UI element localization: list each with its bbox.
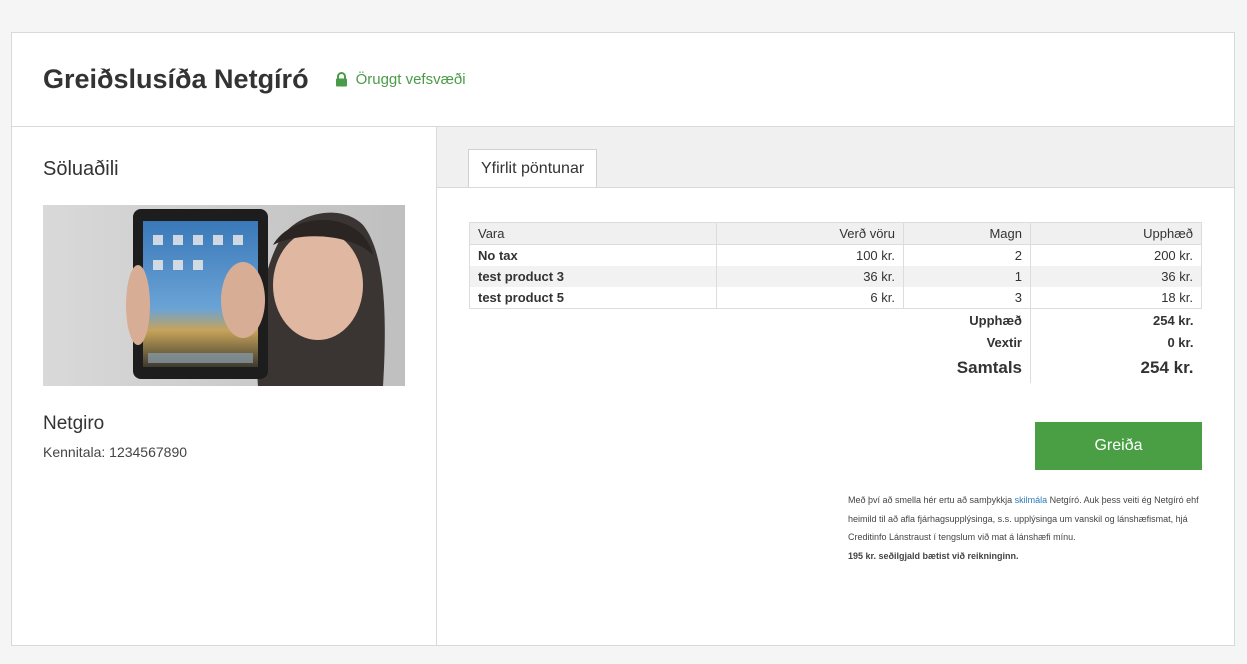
tab-order-summary[interactable]: Yfirlit pöntunar — [468, 149, 598, 187]
merchant-id: Kennitala: 1234567890 — [43, 444, 188, 460]
table-row: No tax 100 kr. 2 200 kr. — [469, 244, 1202, 266]
payment-page: Greiðslusíða Netgíró Öruggt vefsvæði Söl… — [11, 32, 1235, 646]
interest-value: 0 kr. — [1167, 334, 1194, 350]
total-row: Samtals 254 kr. — [469, 353, 1202, 383]
subtotal-label: Upphæð — [469, 308, 1031, 331]
table-header-row: Vara Verð vöru Magn Upphæð — [469, 222, 1202, 245]
page-header: Greiðslusíða Netgíró Öruggt vefsvæði — [12, 33, 1234, 127]
terms-before: Með því að smella hér ertu að samþykkja — [848, 495, 1015, 505]
total-label: Samtals — [469, 353, 1031, 383]
lock-icon — [335, 72, 347, 87]
product-name: test product 3 — [469, 266, 717, 287]
tab-bar: Yfirlit pöntunar — [437, 127, 1234, 188]
order-table: Vara Verð vöru Magn Upphæð No tax 100 kr… — [469, 222, 1202, 383]
pay-button[interactable]: Greiða — [1035, 422, 1202, 470]
product-qty: 3 — [903, 287, 1031, 309]
interest-row: Vextir 0 kr. — [469, 331, 1202, 353]
page-title: Greiðslusíða Netgíró — [43, 64, 309, 94]
merchant-name: Netgiro — [43, 413, 105, 434]
merchant-image — [43, 205, 405, 386]
secure-label: Öruggt vefsvæði — [355, 71, 466, 88]
product-name: test product 5 — [469, 287, 717, 309]
product-qty: 1 — [903, 266, 1031, 287]
product-price: 36 kr. — [716, 266, 904, 287]
table-row: test product 3 36 kr. 1 36 kr. — [469, 266, 1202, 287]
product-amount: 200 kr. — [1030, 244, 1202, 266]
subtotal-row: Upphæð 254 kr. — [469, 308, 1202, 331]
product-price: 6 kr. — [716, 287, 904, 309]
product-amount: 18 kr. — [1030, 287, 1202, 309]
column-header: Upphæð — [1030, 222, 1202, 245]
product-name: No tax — [469, 244, 717, 266]
subtotal-value: 254 kr. — [1153, 312, 1194, 328]
merchant-heading: Söluaðili — [43, 158, 119, 180]
total-value: 254 kr. — [1140, 358, 1194, 377]
product-amount: 36 kr. — [1030, 266, 1202, 287]
fee-note: 195 kr. seðilgjald bætist við reikningin… — [848, 550, 1019, 561]
order-panel: Yfirlit pöntunar Vara Verð vöru Magn Upp… — [437, 127, 1234, 646]
column-header: Vara — [469, 222, 717, 245]
secure-badge: Öruggt vefsvæði — [335, 71, 466, 88]
table-row: test product 5 6 kr. 3 18 kr. — [469, 287, 1202, 309]
product-qty: 2 — [903, 244, 1031, 266]
order-table-wrapper: Vara Verð vöru Magn Upphæð No tax 100 kr… — [469, 222, 1202, 383]
interest-label: Vextir — [469, 331, 1031, 353]
product-price: 100 kr. — [716, 244, 904, 266]
column-header: Verð vöru — [716, 222, 904, 245]
terms-text: Með því að smella hér ertu að samþykkja … — [848, 491, 1204, 565]
merchant-panel: Söluaðili Netgiro Kennitala: 1234567890 — [12, 127, 437, 646]
column-header: Magn — [903, 222, 1031, 245]
terms-link[interactable]: skilmála — [1015, 495, 1048, 505]
